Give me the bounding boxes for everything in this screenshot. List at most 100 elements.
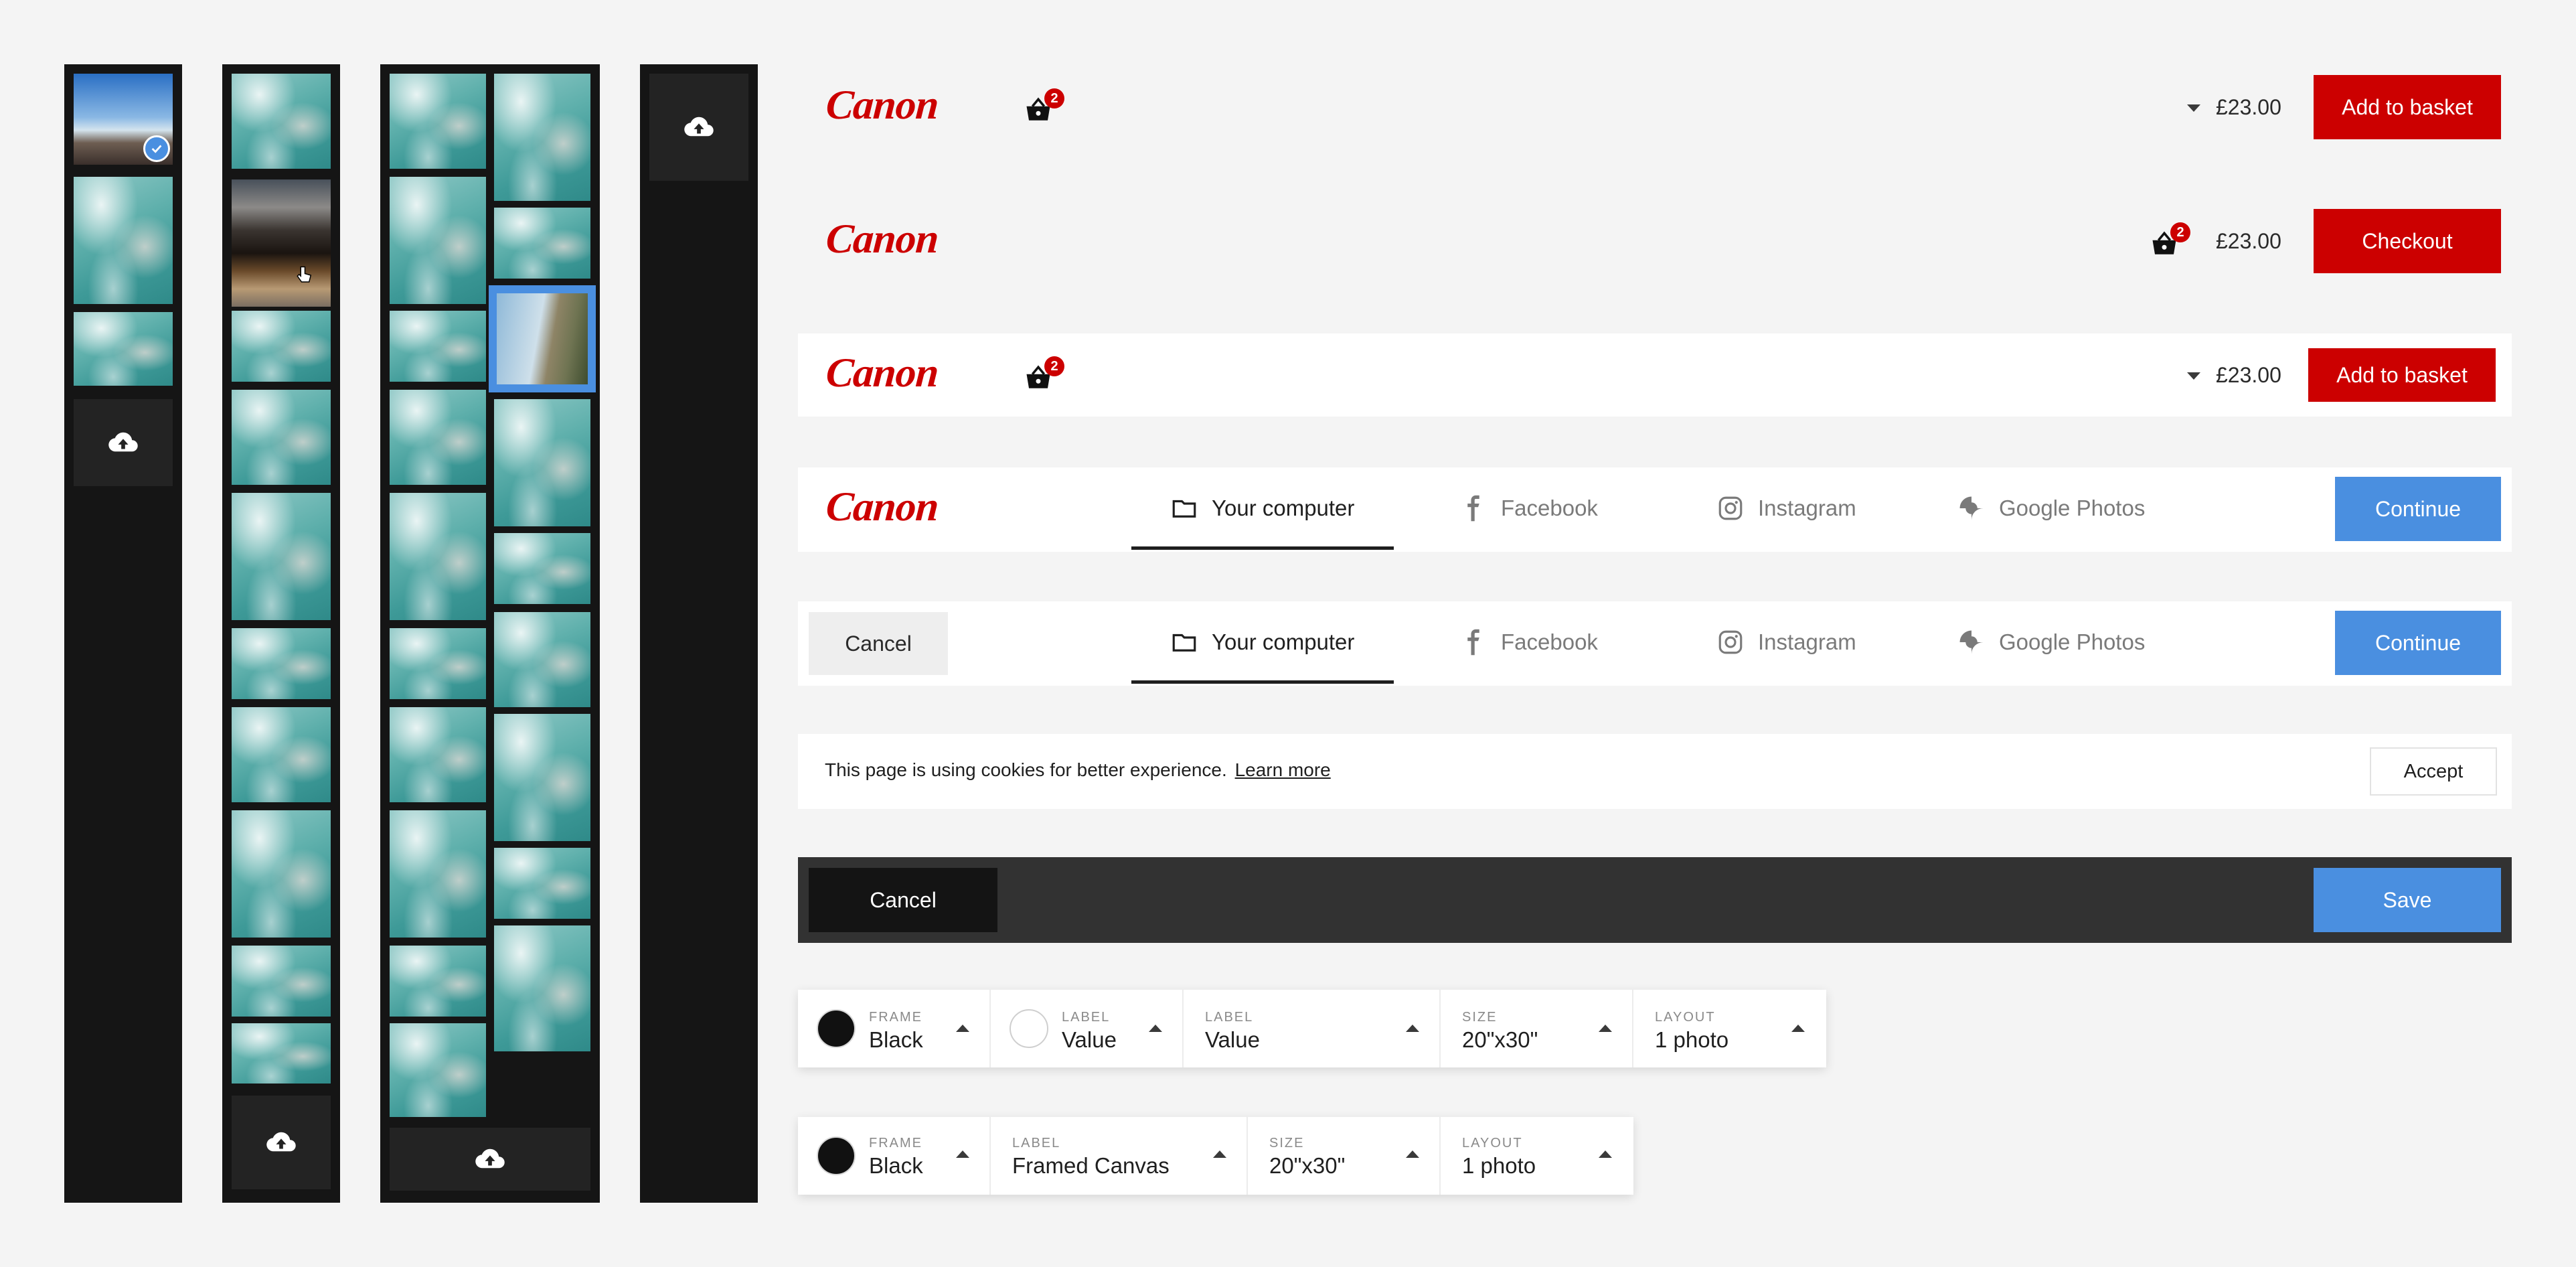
photo-thumbnail[interactable] — [232, 946, 331, 1017]
tab-your-computer[interactable]: Your computer — [1170, 628, 1354, 656]
cancel-button[interactable]: Cancel — [809, 868, 997, 932]
photo-thumbnail[interactable] — [232, 707, 331, 802]
tab-instagram[interactable]: Instagram — [1716, 628, 1856, 656]
label-selector[interactable]: LABEL Framed Canvas — [991, 1117, 1248, 1195]
size-selector[interactable]: SIZE 20"x30" — [1441, 990, 1633, 1067]
google-photos-icon — [1959, 496, 1984, 520]
photo-thumbnail[interactable] — [232, 179, 331, 307]
cancel-button[interactable]: Cancel — [809, 612, 948, 675]
photo-thumbnail[interactable] — [494, 399, 590, 526]
tab-google-photos[interactable]: Google Photos — [1957, 628, 2145, 656]
photo-thumbnail[interactable] — [390, 810, 486, 938]
chevron-up-icon — [1599, 1150, 1612, 1158]
label-selector[interactable]: LABEL Value — [1184, 990, 1441, 1067]
selector-value: 1 photo — [1462, 1153, 1536, 1178]
photo-thumbnail[interactable] — [232, 493, 331, 620]
photo-thumbnail[interactable] — [232, 1023, 331, 1084]
tab-instagram[interactable]: Instagram — [1716, 494, 1856, 522]
photo-thumbnail[interactable] — [232, 311, 331, 382]
basket-button[interactable]: 2 — [1024, 356, 1067, 394]
photo-thumbnail[interactable] — [494, 74, 590, 201]
accept-button[interactable]: Accept — [2370, 747, 2497, 796]
frame-selector[interactable]: FRAME Black — [798, 1117, 991, 1195]
photo-thumbnail[interactable] — [494, 925, 590, 1051]
tab-google-photos[interactable]: Google Photos — [1957, 494, 2145, 522]
continue-button[interactable]: Continue — [2335, 477, 2501, 541]
source-bar-2: Cancel Your computer Facebook Instagram … — [798, 601, 2512, 686]
basket-count-badge: 2 — [2170, 222, 2190, 242]
frame-selector[interactable]: FRAME Black — [798, 990, 991, 1067]
selected-check-icon — [143, 135, 170, 162]
photo-thumbnail[interactable] — [390, 311, 486, 382]
photo-thumbnail[interactable] — [494, 533, 590, 604]
edit-action-bar: Cancel Save — [798, 857, 2512, 943]
photo-thumbnail[interactable] — [232, 390, 331, 485]
selector-value: Black — [869, 1027, 923, 1052]
tab-facebook[interactable]: Facebook — [1459, 494, 1598, 522]
upload-button[interactable] — [232, 1096, 331, 1189]
photo-thumbnail[interactable] — [74, 74, 173, 165]
cookie-banner: This page is using cookies for better ex… — [798, 734, 2512, 809]
selector-value: Framed Canvas — [1012, 1153, 1170, 1178]
header-bar-3: Canon 2 £23.00 Add to basket — [798, 333, 2512, 417]
photo-thumbnail[interactable] — [494, 714, 590, 841]
cloud-upload-icon — [475, 1148, 505, 1169]
upload-button[interactable] — [649, 74, 748, 181]
save-button[interactable]: Save — [2314, 868, 2501, 932]
chevron-up-icon — [1791, 1025, 1805, 1032]
photo-thumbnail[interactable] — [390, 1023, 486, 1117]
chevron-up-icon — [1406, 1025, 1419, 1032]
instagram-icon — [1718, 630, 1743, 654]
add-to-basket-button[interactable]: Add to basket — [2314, 75, 2501, 139]
canon-logo[interactable]: Canon — [825, 82, 940, 129]
price-label: £23.00 — [2216, 229, 2281, 253]
add-to-basket-button[interactable]: Add to basket — [2308, 348, 2496, 402]
upload-button[interactable] — [390, 1128, 590, 1191]
photo-thumbnail-dragging[interactable] — [489, 285, 596, 392]
upload-button[interactable] — [74, 399, 173, 486]
tab-facebook[interactable]: Facebook — [1459, 628, 1598, 656]
photo-thumbnail[interactable] — [390, 493, 486, 620]
canon-logo[interactable]: Canon — [825, 483, 940, 531]
layout-selector[interactable]: LAYOUT 1 photo — [1633, 990, 1826, 1067]
photo-thumbnail[interactable] — [494, 612, 590, 707]
price-dropdown-icon[interactable] — [2187, 372, 2200, 380]
selector-value: Black — [869, 1153, 923, 1178]
basket-button[interactable]: 2 — [2150, 222, 2193, 260]
canon-logo[interactable]: Canon — [825, 216, 940, 263]
label-selector[interactable]: LABEL Value — [991, 990, 1184, 1067]
tab-label: Instagram — [1758, 496, 1856, 520]
basket-button[interactable]: 2 — [1024, 88, 1067, 126]
layout-selector[interactable]: LAYOUT 1 photo — [1441, 1117, 1633, 1195]
selector-value: 20"x30" — [1269, 1153, 1346, 1178]
continue-button[interactable]: Continue — [2335, 611, 2501, 675]
canon-logo[interactable]: Canon — [825, 350, 940, 397]
learn-more-link[interactable]: Learn more — [1235, 759, 1331, 780]
folder-icon — [1172, 500, 1196, 518]
selector-value: 1 photo — [1655, 1027, 1729, 1052]
tab-label: Facebook — [1501, 629, 1598, 654]
photo-thumbnail[interactable] — [232, 74, 331, 169]
photo-thumbnail[interactable] — [390, 707, 486, 802]
active-tab-indicator — [1131, 546, 1394, 550]
size-selector[interactable]: SIZE 20"x30" — [1248, 1117, 1441, 1195]
photo-thumbnail[interactable] — [390, 390, 486, 485]
photo-thumbnail[interactable] — [494, 848, 590, 919]
photo-thumbnail[interactable] — [74, 312, 173, 386]
photo-thumbnail[interactable] — [390, 628, 486, 699]
photo-thumbnail[interactable] — [494, 208, 590, 279]
photo-thumbnail[interactable] — [232, 810, 331, 938]
price-dropdown-icon[interactable] — [2187, 104, 2200, 112]
instagram-icon — [1718, 496, 1743, 520]
product-options-bar-1: FRAME Black LABEL Value LABEL Value SIZE… — [798, 990, 1826, 1067]
chevron-up-icon — [1406, 1150, 1419, 1158]
tab-your-computer[interactable]: Your computer — [1170, 494, 1354, 522]
photo-sidebar-1 — [64, 64, 182, 1203]
frame-color-swatch — [817, 1136, 856, 1175]
photo-thumbnail[interactable] — [232, 628, 331, 699]
photo-thumbnail[interactable] — [390, 74, 486, 169]
photo-thumbnail[interactable] — [390, 177, 486, 304]
checkout-button[interactable]: Checkout — [2314, 209, 2501, 273]
photo-thumbnail[interactable] — [390, 946, 486, 1017]
photo-thumbnail[interactable] — [74, 177, 173, 304]
